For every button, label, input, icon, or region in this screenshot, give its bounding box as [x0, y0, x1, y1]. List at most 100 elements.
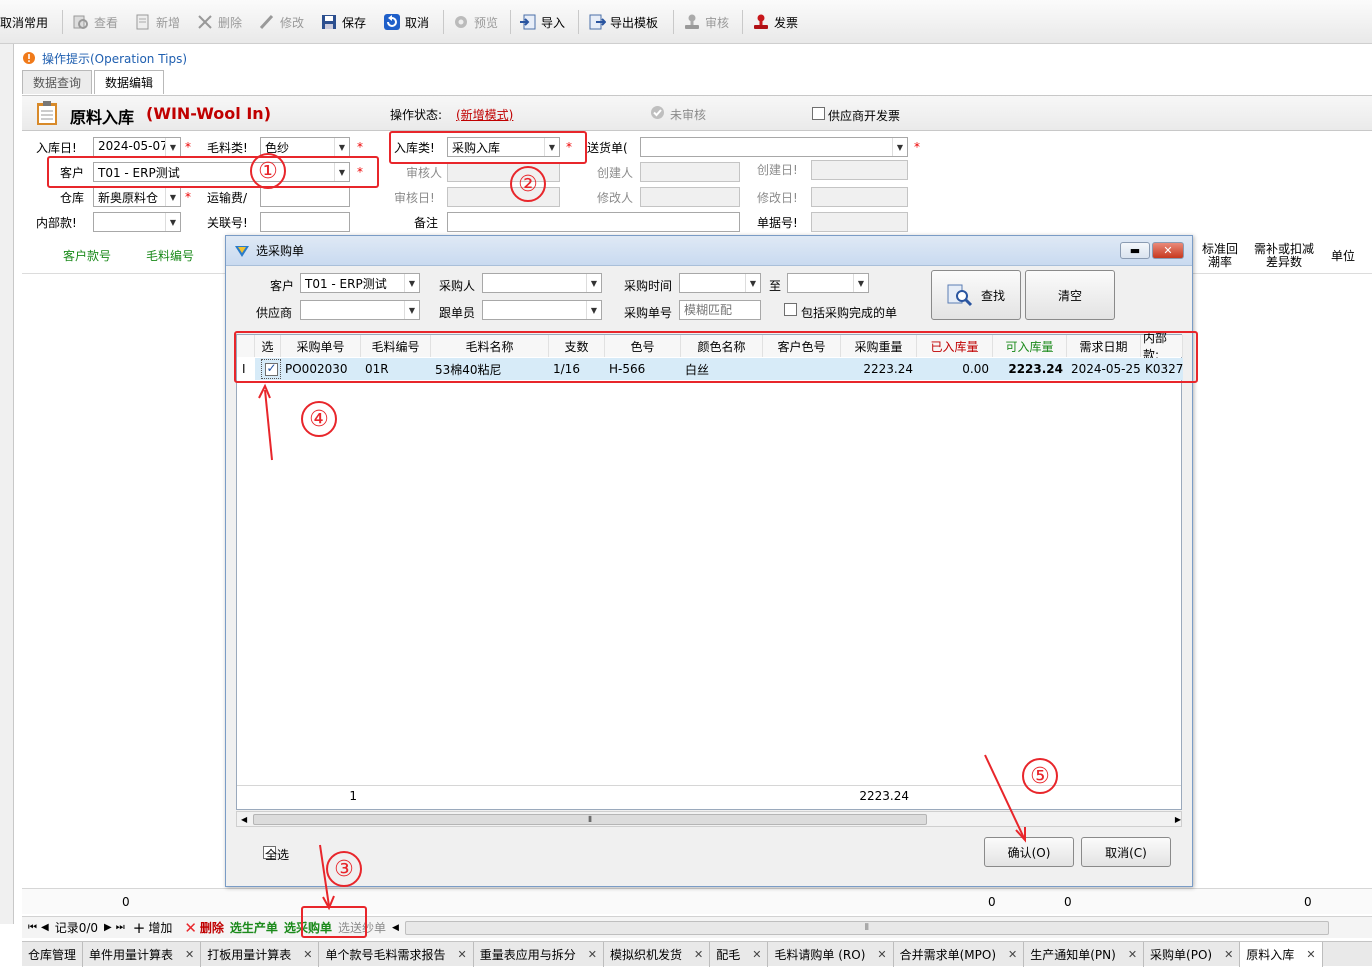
delete-button[interactable]: 删除	[196, 10, 242, 34]
chevron-down-icon[interactable]: ▼	[586, 301, 601, 319]
scroll-left-icon[interactable]: ◀	[392, 923, 399, 933]
doc-tab[interactable]: 单个款号毛料需求报告 ✕	[319, 942, 474, 967]
chevron-down-icon[interactable]: ▼	[165, 138, 180, 156]
dialog-cancel-button[interactable]: 取消(C)	[1081, 837, 1171, 867]
prev-record-icon[interactable]: ◀	[41, 922, 49, 933]
undo-icon	[384, 14, 400, 30]
left-collapse-strip[interactable]	[0, 44, 14, 924]
warehouse-select[interactable]: 新奥原料仓 ▼	[93, 187, 181, 207]
follower-select[interactable]: ▼	[482, 300, 602, 320]
close-icon[interactable]: ✕	[877, 948, 886, 961]
doc-tab-active[interactable]: 原料入库 ✕	[1240, 942, 1323, 967]
chevron-down-icon[interactable]: ▼	[404, 301, 419, 319]
approve-button[interactable]: 审核	[683, 10, 729, 34]
close-icon[interactable]: ✕	[752, 948, 761, 961]
purchase-time-from[interactable]: ▼	[679, 273, 761, 293]
supplier-select[interactable]: ▼	[300, 300, 420, 320]
confirm-button[interactable]: 确认(O)	[984, 837, 1074, 867]
scroll-right-icon[interactable]: ▶	[1175, 815, 1181, 824]
import-button[interactable]: 导入	[519, 10, 565, 34]
record-counter: 记录0/0	[54, 921, 99, 935]
required-mark: *	[357, 140, 363, 154]
remark-field[interactable]	[447, 212, 740, 232]
dialog-customer-select[interactable]: T01 - ERP测试 ▼	[300, 273, 420, 293]
confirm-label: 确认(O)	[1007, 845, 1051, 860]
doc-tab[interactable]: 打板用量计算表 ✕	[201, 942, 320, 967]
unpin-button[interactable]: 取消常用	[0, 10, 48, 34]
supplier-invoice-checkbox[interactable]	[812, 107, 825, 120]
view-button[interactable]: 查看	[72, 10, 118, 34]
horizontal-scrollbar[interactable]: ⦀	[404, 920, 1329, 935]
chevron-down-icon[interactable]: ▼	[334, 138, 349, 156]
close-icon[interactable]: ✕	[588, 948, 597, 961]
close-icon[interactable]: ✕	[1128, 948, 1137, 961]
dialog-hscroll[interactable]: ◀ ⦀ ▶	[236, 811, 1182, 827]
minimize-button[interactable]: ▬	[1120, 242, 1150, 259]
close-icon[interactable]: ✕	[694, 948, 703, 961]
doc-tab[interactable]: 模拟织机发货 ✕	[604, 942, 711, 967]
buyer-select[interactable]: ▼	[482, 273, 602, 293]
column-header[interactable]: 单位	[1324, 238, 1362, 274]
freight-field[interactable]	[260, 187, 350, 207]
column-header[interactable]: 需补或扣减差异数	[1250, 238, 1318, 274]
first-record-icon[interactable]: ⏮	[28, 922, 37, 933]
export-template-button[interactable]: 导出模板	[588, 10, 658, 34]
add-label: 增加	[148, 921, 173, 935]
chevron-down-icon[interactable]: ▼	[165, 213, 180, 231]
new-button[interactable]: 新增	[134, 10, 180, 34]
add-row-button[interactable]: + 增加	[133, 919, 173, 937]
tab-data-edit[interactable]: 数据编辑	[94, 70, 165, 94]
chevron-down-icon[interactable]: ▼	[853, 274, 868, 292]
scroll-thumb[interactable]: ⦀	[253, 813, 927, 825]
chevron-down-icon[interactable]: ▼	[892, 138, 907, 156]
select-production-button[interactable]: 选生产单	[230, 919, 278, 936]
doc-tab[interactable]: 生产通知单(PN) ✕	[1024, 942, 1145, 967]
close-icon[interactable]: ✕	[458, 948, 467, 961]
search-button[interactable]: 查找	[931, 270, 1021, 320]
delete-row-button[interactable]: ✕ 删除	[184, 919, 224, 937]
doc-tab[interactable]: 单件用量计算表 ✕	[83, 942, 202, 967]
column-header[interactable]: 标准回潮率	[1198, 238, 1242, 274]
doc-tab[interactable]: 仓库管理	[22, 942, 84, 967]
close-icon[interactable]: ✕	[1008, 948, 1017, 961]
clear-button[interactable]: 清空	[1025, 270, 1115, 320]
po-no-input[interactable]	[679, 300, 761, 320]
column-header[interactable]: 客户款号	[52, 238, 122, 274]
preview-button[interactable]: 预览	[452, 10, 498, 34]
chevron-down-icon[interactable]: ▼	[165, 188, 180, 206]
doc-tab[interactable]: 毛料请购单 (RO) ✕	[768, 942, 894, 967]
close-icon[interactable]: ✕	[1306, 948, 1315, 961]
chevron-down-icon[interactable]: ▼	[404, 274, 419, 292]
operation-tips[interactable]: 操作提示(Operation Tips)	[22, 48, 187, 68]
inner-style-select[interactable]: ▼	[93, 212, 181, 232]
save-button[interactable]: 保存	[320, 10, 366, 34]
dialog-titlebar[interactable]: 选采购单	[226, 236, 1192, 266]
chevron-down-icon[interactable]: ▼	[586, 274, 601, 292]
edit-button[interactable]: 修改	[258, 10, 304, 34]
last-record-icon[interactable]: ⏭	[116, 922, 125, 933]
close-icon[interactable]: ✕	[1224, 948, 1233, 961]
cancel-button[interactable]: 取消	[383, 10, 429, 34]
purchase-time-to[interactable]: ▼	[787, 273, 869, 293]
scroll-left-icon[interactable]: ◀	[241, 815, 247, 824]
invoice-button[interactable]: 发票	[752, 10, 798, 34]
date-field[interactable]: 2024-05-07 ▼	[93, 137, 181, 157]
chevron-down-icon[interactable]: ▼	[745, 274, 760, 292]
next-record-icon[interactable]: ▶	[104, 922, 112, 933]
delivery-select[interactable]: ▼	[640, 137, 908, 157]
doc-tab[interactable]: 配毛 ✕	[710, 942, 769, 967]
doc-tab[interactable]: 采购单(PO) ✕	[1144, 942, 1241, 967]
close-icon[interactable]: ✕	[185, 948, 194, 961]
include-done-checkbox[interactable]	[784, 303, 797, 316]
close-button[interactable]: ✕	[1152, 242, 1184, 259]
doc-tab[interactable]: 重量表应用与拆分 ✕	[474, 942, 604, 967]
toolbar-item-4-label: 修改	[280, 15, 305, 30]
column-header[interactable]: 毛料编号	[136, 238, 204, 274]
related-no-field[interactable]	[260, 212, 350, 232]
required-mark: *	[185, 190, 191, 204]
close-icon[interactable]: ✕	[303, 948, 312, 961]
close-icon: ✕	[1163, 244, 1173, 257]
date-value: 2024-05-07	[98, 139, 168, 153]
doc-tab[interactable]: 合并需求单(MPO) ✕	[894, 942, 1025, 967]
tab-data-query[interactable]: 数据查询	[22, 70, 93, 94]
